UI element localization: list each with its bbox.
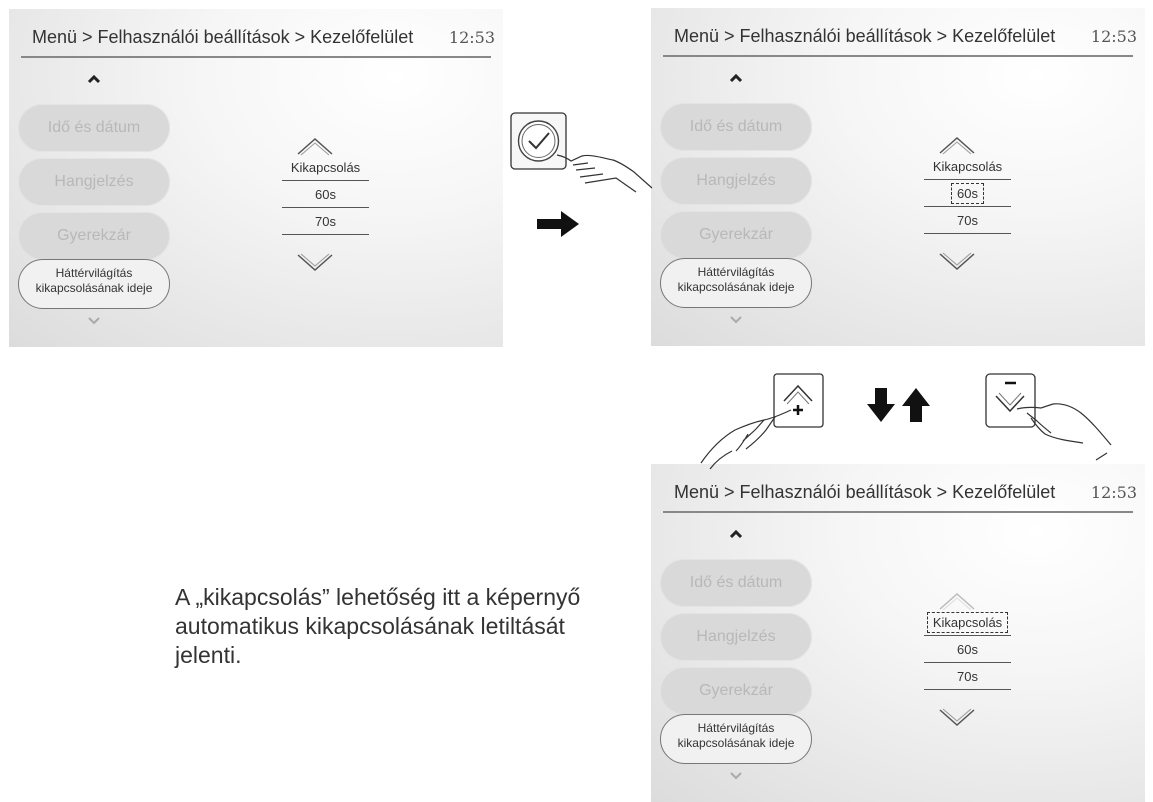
- option-divider: [924, 689, 1011, 690]
- menu-item-child-lock[interactable]: Gyerekzár: [18, 212, 170, 260]
- menu-item-label-line2: kikapcsolásának ideje: [677, 736, 795, 750]
- option-70s[interactable]: 70s: [282, 213, 369, 230]
- menu-item-label-line1: Háttérvilágítás: [55, 266, 133, 280]
- screen-header: Menü > Felhasználói beállítások > Kezelő…: [651, 8, 1145, 57]
- screen-header: Menü > Felhasználói beállítások > Kezelő…: [651, 464, 1145, 513]
- option-60s[interactable]: 60s: [282, 186, 369, 203]
- menu-item-label-line1: Háttérvilágítás: [697, 721, 775, 735]
- option-divider: [924, 233, 1011, 234]
- note-line-1: A „kikapcsolás” lehetőség itt a képernyő: [175, 584, 581, 610]
- option-divider: [924, 635, 1011, 636]
- option-70s[interactable]: 70s: [924, 212, 1011, 229]
- option-off[interactable]: Kikapcsolás: [924, 158, 1011, 175]
- option-off[interactable]: Kikapcsolás: [924, 612, 1011, 633]
- scroll-down-icon[interactable]: [79, 309, 109, 333]
- menu-item-backlight-timeout[interactable]: Háttérvilágítás kikapcsolásának ideje: [18, 259, 170, 309]
- scroll-up-icon[interactable]: [721, 66, 751, 90]
- arrow-right-icon: [537, 211, 579, 237]
- menu-item-child-lock[interactable]: Gyerekzár: [660, 667, 812, 715]
- breadcrumb: Menü > Felhasználói beállítások > Kezelő…: [674, 482, 1056, 502]
- clock: 12:53: [1090, 483, 1137, 502]
- option-60s-label: 60s: [957, 642, 978, 657]
- note-line-2: automatikus kikapcsolásának letiltását j…: [175, 613, 565, 668]
- menu-item-label-line2: kikapcsolásának ideje: [35, 281, 153, 295]
- option-up-icon[interactable]: [937, 135, 977, 157]
- menu-item-time-date[interactable]: Idő és dátum: [660, 103, 812, 151]
- arrow-up-icon: [902, 388, 930, 422]
- arrow-down-icon: [867, 388, 895, 422]
- option-70s-label: 70s: [315, 214, 336, 229]
- option-up-icon[interactable]: [937, 591, 977, 613]
- confirm-button-hand-illustration: [510, 112, 653, 193]
- scroll-up-icon[interactable]: [721, 522, 751, 546]
- option-down-icon[interactable]: [937, 706, 977, 728]
- checkmark-circle-icon[interactable]: [510, 112, 567, 170]
- scroll-up-icon[interactable]: [79, 67, 109, 91]
- option-divider: [282, 207, 369, 208]
- option-down-icon[interactable]: [937, 250, 977, 272]
- menu-item-sound[interactable]: Hangjelzés: [660, 613, 812, 661]
- breadcrumb: Menü > Felhasználói beállítások > Kezelő…: [674, 26, 1056, 46]
- menu-item-label-line1: Háttérvilágítás: [697, 265, 775, 279]
- option-70s-label: 70s: [957, 213, 978, 228]
- header-divider: [21, 56, 491, 58]
- menu-item-backlight-timeout[interactable]: Háttérvilágítás kikapcsolásának ideje: [660, 714, 812, 764]
- chevron-down-minus-icon[interactable]: [985, 373, 1036, 428]
- option-60s-label-selected: 60s: [951, 183, 984, 204]
- option-divider: [282, 180, 369, 181]
- option-divider: [924, 206, 1011, 207]
- scroll-down-icon[interactable]: [721, 308, 751, 332]
- option-off-label: Kikapcsolás: [932, 159, 1003, 174]
- clock: 12:53: [448, 28, 495, 47]
- option-70s[interactable]: 70s: [924, 668, 1011, 685]
- control-panel-screen-1: Menü > Felhasználói beállítások > Kezelő…: [9, 9, 503, 347]
- option-up-icon[interactable]: [295, 136, 335, 158]
- menu-item-time-date[interactable]: Idő és dátum: [660, 559, 812, 607]
- pointing-hand-icon: [556, 154, 653, 193]
- explanation-note: A „kikapcsolás” lehetőség itt a képernyő…: [175, 583, 635, 670]
- control-panel-screen-2: Menü > Felhasználói beállítások > Kezelő…: [651, 8, 1145, 346]
- option-divider: [282, 234, 369, 235]
- chevron-up-plus-icon[interactable]: [773, 373, 824, 428]
- option-off-label-selected: Kikapcsolás: [926, 612, 1009, 633]
- option-off-label: Kikapcsolás: [290, 160, 361, 175]
- menu-item-time-date[interactable]: Idő és dátum: [18, 104, 170, 152]
- header-divider: [663, 55, 1133, 57]
- menu-item-label-line2: kikapcsolásának ideje: [677, 280, 795, 294]
- option-down-icon[interactable]: [295, 251, 335, 273]
- clock: 12:53: [1090, 27, 1137, 46]
- menu-item-child-lock[interactable]: Gyerekzár: [660, 211, 812, 259]
- menu-item-sound[interactable]: Hangjelzés: [660, 157, 812, 205]
- option-divider: [924, 662, 1011, 663]
- option-60s[interactable]: 60s: [924, 183, 1011, 204]
- option-70s-label: 70s: [957, 669, 978, 684]
- option-off[interactable]: Kikapcsolás: [282, 159, 369, 176]
- decrease-button-hand-illustration: [985, 373, 1112, 461]
- option-divider: [924, 179, 1011, 180]
- option-60s[interactable]: 60s: [924, 641, 1011, 658]
- scroll-down-icon[interactable]: [721, 764, 751, 788]
- increase-button-hand-illustration: [700, 373, 824, 470]
- breadcrumb: Menü > Felhasználói beállítások > Kezelő…: [32, 27, 414, 47]
- screen-header: Menü > Felhasználói beállítások > Kezelő…: [9, 9, 503, 58]
- control-panel-screen-3: Menü > Felhasználói beállítások > Kezelő…: [651, 464, 1145, 802]
- menu-item-sound[interactable]: Hangjelzés: [18, 158, 170, 206]
- option-60s-label: 60s: [315, 187, 336, 202]
- menu-item-backlight-timeout[interactable]: Háttérvilágítás kikapcsolásának ideje: [660, 258, 812, 308]
- header-divider: [663, 511, 1133, 513]
